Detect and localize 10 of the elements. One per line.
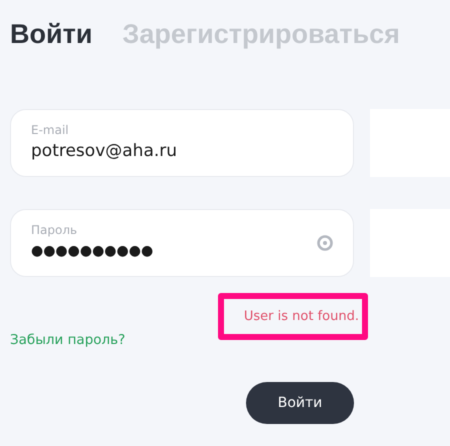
field-label: Пароль (31, 222, 78, 238)
password-field[interactable]: Пароль ●●●●●●●●●● (10, 209, 354, 277)
login-button[interactable]: Войти (246, 382, 354, 424)
error-message: User is not found. (244, 309, 359, 324)
eye-icon[interactable] (317, 235, 333, 251)
field-label: E-mail (31, 122, 70, 138)
tab[interactable]: Войти (10, 18, 92, 50)
email-field[interactable]: E-mail potresov@aha.ru (10, 109, 354, 177)
field-value: potresov@aha.ru (31, 140, 178, 163)
field-value: ●●●●●●●●●● (31, 242, 154, 261)
